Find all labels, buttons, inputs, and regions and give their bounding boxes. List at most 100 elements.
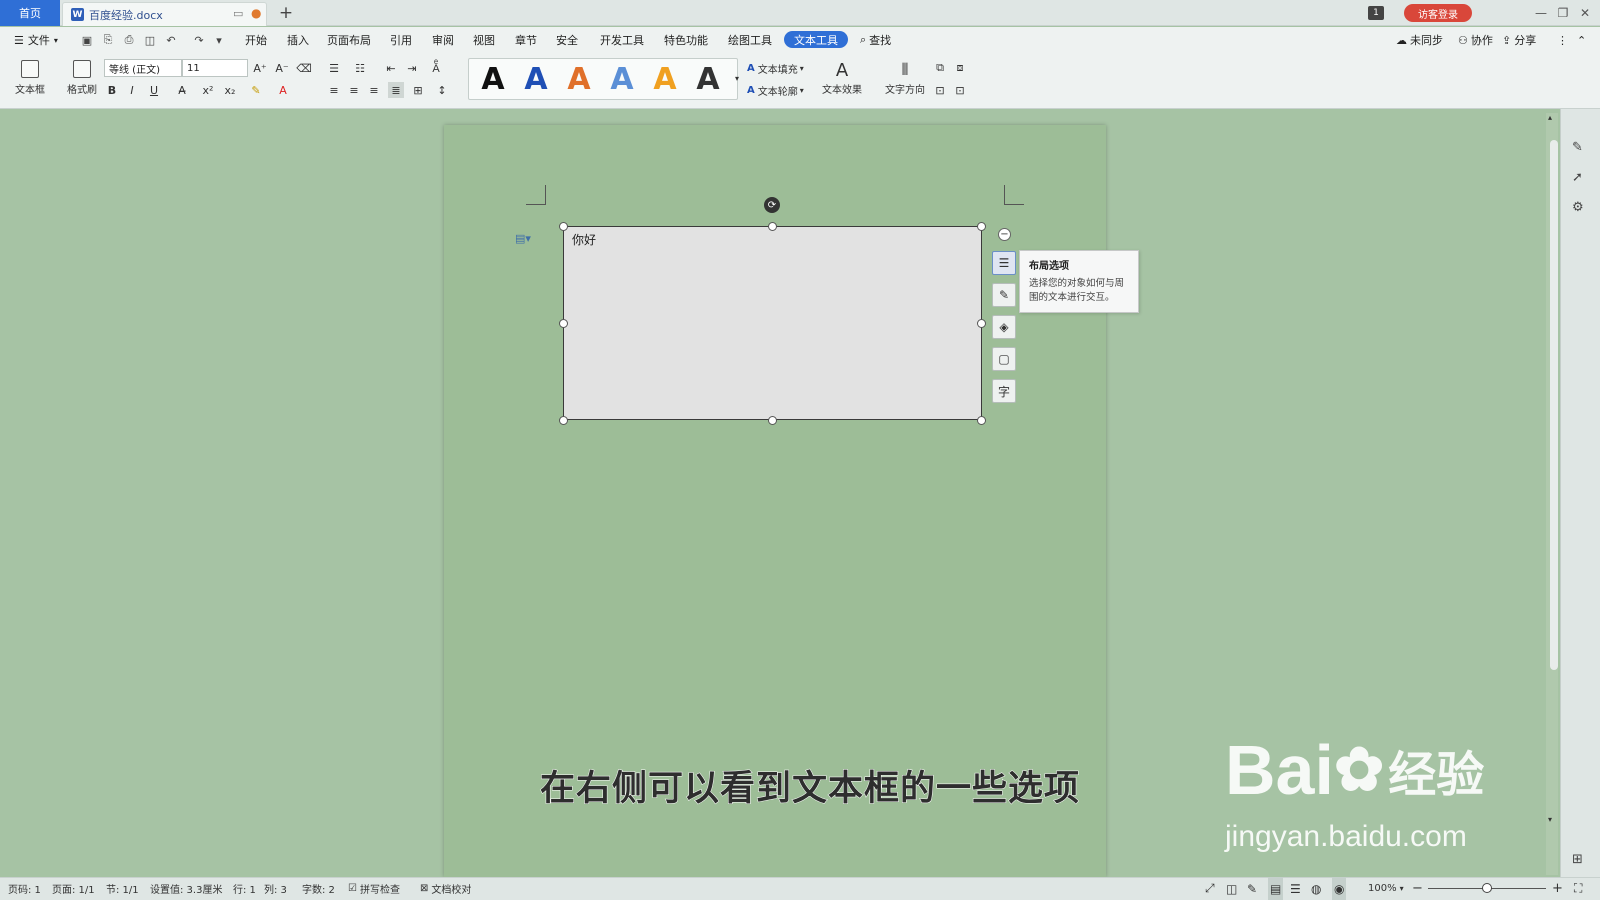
- status-column[interactable]: 列: 3: [264, 877, 287, 900]
- restore-icon[interactable]: ❐: [1552, 4, 1574, 22]
- customize-icon[interactable]: ▾: [212, 33, 226, 47]
- share-button[interactable]: ⇪ 分享: [1502, 27, 1536, 53]
- resize-handle-top-right[interactable]: [977, 222, 986, 231]
- guest-login-button[interactable]: 访客登录: [1404, 4, 1472, 22]
- textbox-button[interactable]: 文本框: [10, 60, 50, 96]
- close-icon[interactable]: ✕: [1574, 4, 1596, 22]
- outline-icon[interactable]: ▢: [992, 347, 1016, 371]
- print-preview-icon[interactable]: ◫: [143, 33, 157, 47]
- read-mode-icon[interactable]: ◫: [1226, 877, 1237, 900]
- export-icon[interactable]: ⎘: [101, 33, 115, 47]
- layout-options-icon[interactable]: ☰: [992, 251, 1016, 275]
- screen-icon[interactable]: ▭: [233, 7, 243, 20]
- minimize-icon[interactable]: —: [1530, 4, 1552, 22]
- text-outline-button[interactable]: A 文本轮廓 ▾: [747, 83, 804, 98]
- numbered-list-icon[interactable]: ☷: [352, 60, 368, 76]
- line-spacing-icon[interactable]: ↕: [434, 82, 450, 98]
- scroll-up-icon[interactable]: ▴: [1548, 113, 1552, 122]
- status-section[interactable]: 节: 1/1: [106, 877, 139, 900]
- italic-button[interactable]: I: [124, 82, 140, 98]
- scroll-down-icon[interactable]: ▾: [1548, 815, 1552, 824]
- collapse-toolbar-icon[interactable]: −: [998, 228, 1011, 241]
- text-effect-button[interactable]: A 文本效果: [816, 60, 868, 96]
- fullscreen-icon[interactable]: ⤢: [1205, 877, 1215, 900]
- menu-page-layout[interactable]: 页面布局: [327, 27, 371, 53]
- resize-handle-top[interactable]: [768, 222, 777, 231]
- new-tab-button[interactable]: +: [276, 2, 296, 24]
- gallery-expand-icon[interactable]: ▾: [729, 70, 745, 86]
- collaborate-button[interactable]: ⚇ 协作: [1458, 27, 1493, 53]
- font-size-select[interactable]: 11: [182, 59, 248, 77]
- textbox-content[interactable]: 你好: [572, 231, 596, 248]
- resize-handle-right[interactable]: [977, 319, 986, 328]
- next-textbox-icon[interactable]: ⊡: [952, 82, 968, 98]
- justify-icon[interactable]: ≣: [388, 82, 404, 98]
- menu-chapter[interactable]: 章节: [515, 27, 537, 53]
- shape-style-icon[interactable]: ✎: [992, 283, 1016, 307]
- bullet-list-icon[interactable]: ☰: [326, 60, 342, 76]
- resize-handle-left[interactable]: [559, 319, 568, 328]
- menu-text-tools[interactable]: 文本工具: [784, 31, 848, 48]
- menu-review[interactable]: 审阅: [432, 27, 454, 53]
- page-view-icon[interactable]: ▤: [1268, 877, 1284, 900]
- sync-button[interactable]: ☁ 未同步: [1396, 27, 1443, 53]
- fit-window-icon[interactable]: ⛶: [1574, 877, 1582, 900]
- spell-check-toggle[interactable]: ☑ 拼写检查: [348, 877, 400, 900]
- select-cursor-icon[interactable]: ➚: [1572, 170, 1583, 185]
- text-fill-button[interactable]: A 文本填充 ▾: [747, 61, 804, 76]
- save-icon[interactable]: ▣: [80, 33, 94, 47]
- scrollbar-thumb[interactable]: [1550, 140, 1558, 670]
- paste-options-icon[interactable]: ▤▾: [515, 232, 531, 245]
- window-count-badge[interactable]: 1: [1368, 6, 1384, 20]
- shrink-font-icon[interactable]: A⁻: [274, 60, 290, 76]
- selected-textbox[interactable]: 你好: [563, 226, 982, 420]
- status-word-count[interactable]: 字数: 2: [302, 877, 335, 900]
- textbox-link-icon[interactable]: ⧉: [932, 60, 948, 76]
- outline-view-icon[interactable]: ☰: [1290, 877, 1301, 900]
- resize-handle-bottom-left[interactable]: [559, 416, 568, 425]
- collapse-ribbon-icon[interactable]: ⌃: [1577, 27, 1586, 53]
- zoom-level[interactable]: 100% ▾: [1368, 877, 1404, 900]
- zoom-out-icon[interactable]: −: [1412, 877, 1423, 900]
- grow-font-icon[interactable]: A⁺: [252, 60, 268, 76]
- text-char-button[interactable]: 字: [992, 379, 1016, 403]
- style-a-gold[interactable]: A: [650, 62, 680, 97]
- resize-handle-bottom-right[interactable]: [977, 416, 986, 425]
- align-center-icon[interactable]: ≡: [346, 82, 362, 98]
- format-painter-button[interactable]: 格式刷: [64, 60, 100, 96]
- distributed-icon[interactable]: ⊞: [410, 82, 426, 98]
- status-row[interactable]: 行: 1: [233, 877, 256, 900]
- tab-document[interactable]: W 百度经验.docx ▭ ●: [62, 2, 267, 26]
- clear-format-icon[interactable]: ⌫: [296, 60, 312, 76]
- status-setting-value[interactable]: 设置值: 3.3厘米: [150, 877, 222, 900]
- menu-drawing-tools[interactable]: 绘图工具: [728, 27, 772, 53]
- subscript-icon[interactable]: x₂: [222, 82, 238, 98]
- edit-mode-icon[interactable]: ✎: [1247, 877, 1257, 900]
- settings-sliders-icon[interactable]: ⚙: [1572, 200, 1584, 215]
- print-icon[interactable]: ⎙: [122, 33, 136, 47]
- text-sort-icon[interactable]: Aͤ: [428, 60, 444, 76]
- prev-textbox-icon[interactable]: ⊡: [932, 82, 948, 98]
- increase-indent-icon[interactable]: ⇥: [404, 60, 420, 76]
- file-menu[interactable]: ☰ 文件 ▾: [14, 27, 58, 53]
- web-view-icon[interactable]: ◍: [1311, 877, 1321, 900]
- menu-start[interactable]: 开始: [245, 27, 267, 53]
- redo-icon[interactable]: ↷: [192, 33, 206, 47]
- style-a-dark[interactable]: A: [693, 62, 723, 97]
- tab-home[interactable]: 首页: [0, 0, 60, 26]
- menu-view[interactable]: 视图: [473, 27, 495, 53]
- undo-icon[interactable]: ↶: [164, 33, 178, 47]
- menu-features[interactable]: 特色功能: [664, 27, 708, 53]
- edit-pen-icon[interactable]: ✎: [1572, 140, 1583, 155]
- style-a-orange[interactable]: A: [564, 62, 594, 97]
- eye-protection-icon[interactable]: ◉: [1332, 877, 1347, 900]
- search-button[interactable]: ⌕ 查找: [860, 27, 891, 53]
- status-pages[interactable]: 页面: 1/1: [52, 877, 95, 900]
- text-direction-button[interactable]: ⫴ 文字方向: [882, 60, 928, 96]
- bold-button[interactable]: B: [104, 82, 120, 98]
- doc-proofread-button[interactable]: ⊠ 文档校对: [420, 877, 471, 900]
- rotate-handle-icon[interactable]: ⟳: [764, 197, 780, 213]
- resize-handle-bottom[interactable]: [768, 416, 777, 425]
- strikethrough-icon[interactable]: A̶: [174, 82, 190, 98]
- textbox-break-icon[interactable]: ⧈: [952, 60, 968, 76]
